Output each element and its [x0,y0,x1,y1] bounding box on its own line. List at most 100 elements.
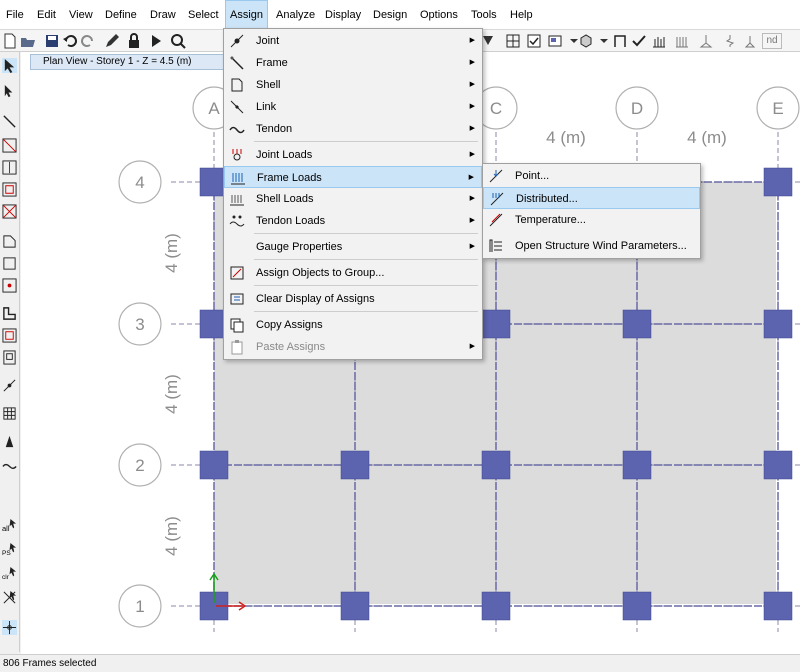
snap-icon[interactable] [2,620,17,635]
pencil-icon[interactable] [104,33,120,49]
column[interactable] [763,450,793,480]
draw-floor-icon[interactable] [2,234,17,249]
restraint-icon[interactable] [698,33,714,49]
lock-icon[interactable] [126,33,142,49]
pointer-icon[interactable] [2,58,17,73]
draw-rect-floor-icon[interactable] [2,256,17,271]
draw-column-icon[interactable] [2,160,17,175]
draw-secondary-beam-icon[interactable] [2,204,17,219]
draw-beam-icon[interactable] [2,138,17,153]
menu-draw[interactable]: Draw [146,0,180,30]
menu-edit[interactable]: Edit [33,0,60,30]
menu-item-link[interactable]: Link ▶ [224,96,482,118]
column[interactable] [340,591,370,621]
menu-select[interactable]: Select [184,0,223,30]
run-analysis-icon[interactable] [148,33,164,49]
nd-button[interactable]: nd [762,33,782,49]
column[interactable] [763,167,793,197]
draw-opening-icon[interactable] [2,350,17,365]
shell-loads-icon [230,195,244,206]
checkbox-icon[interactable] [526,33,542,49]
chevron-down-icon[interactable] [596,33,612,49]
reshape-icon[interactable] [2,84,17,99]
submenu-item-point[interactable]: Point... [483,165,700,187]
clear-selection-icon[interactable]: clr [2,566,17,581]
open-file-icon[interactable] [20,33,36,49]
menu-tools[interactable]: Tools [467,0,501,30]
spring-icon[interactable] [722,33,738,49]
quick-wall-icon[interactable] [2,328,17,343]
previous-selection-icon[interactable]: PS [2,542,17,557]
draw-wall-icon[interactable] [2,306,17,321]
menu-display[interactable]: Display [321,0,365,30]
menu-item-frame-loads[interactable]: Frame Loads ▶ [224,166,482,188]
menu-item-joint[interactable]: Joint ▶ [224,30,482,52]
menu-item-assign-objects-to-group[interactable]: Assign Objects to Group... [224,262,482,284]
menu-item-label: Tendon [256,123,293,135]
menu-assign[interactable]: Assign [225,0,269,30]
menu-item-label: Gauge Properties [256,241,343,253]
column[interactable] [199,450,229,480]
column[interactable] [622,309,652,339]
menu-design[interactable]: Design [369,0,411,30]
column[interactable] [481,591,511,621]
draw-frame-icon[interactable] [612,33,628,49]
check-mark-icon[interactable] [631,33,647,49]
submenu-arrow-icon: ▶ [468,174,474,181]
menu-help[interactable]: Help [506,0,537,30]
menu-item-shell-loads[interactable]: Shell Loads ▶ [224,188,482,210]
support-icon[interactable] [742,33,758,49]
submenu-arrow-icon: ▶ [469,343,475,350]
draw-dimension-icon[interactable] [2,434,17,449]
menu-options[interactable]: Options [416,0,462,30]
submenu-arrow-icon: ▶ [469,125,475,132]
menu-define[interactable]: Define [101,0,141,30]
submenu-arrow-icon: ▶ [469,217,475,224]
menu-item-tendon-loads[interactable]: Tendon Loads ▶ [224,210,482,232]
column[interactable] [763,591,793,621]
submenu-item-distributed[interactable]: Distributed... [483,187,700,209]
menu-view[interactable]: View [65,0,97,30]
menu-analyze[interactable]: Analyze [272,0,319,30]
column[interactable] [763,309,793,339]
draw-line-icon[interactable] [2,114,17,129]
column[interactable] [622,591,652,621]
plan-view-tab[interactable]: Plan View - Storey 1 - Z = 4.5 (m) [30,54,252,70]
zoom-icon[interactable] [170,33,186,49]
display-options-icon[interactable] [547,33,563,49]
menu-item-frame[interactable]: Frame ▶ [224,52,482,74]
draw-grid-icon[interactable] [2,406,17,421]
grid-label-e: E [772,99,783,118]
menu-item-clear-display-of-assigns[interactable]: Clear Display of Assigns [224,288,482,310]
undo-icon[interactable] [62,33,78,49]
submenu-item-temperature[interactable]: Temperature... [483,209,700,231]
draw-brace-icon[interactable] [2,182,17,197]
submenu-item-open-structure-wind-parameters[interactable]: Open Structure Wind Parameters... [483,235,700,257]
column[interactable] [481,309,511,339]
menu-item-label: Frame [256,57,288,69]
submenu-item-label: Open Structure Wind Parameters... [515,240,687,252]
menu-item-gauge-properties[interactable]: Gauge Properties ▶ [224,236,482,258]
draw-tendon-icon[interactable] [2,458,17,473]
draw-link-icon[interactable] [2,378,17,393]
quick-floor-icon[interactable] [2,278,17,293]
new-file-icon[interactable] [2,33,18,49]
grid-display-icon[interactable] [505,33,521,49]
menu-item-shell[interactable]: Shell ▶ [224,74,482,96]
column[interactable] [622,450,652,480]
select-intersect-icon[interactable] [2,590,17,605]
menu-item-tendon[interactable]: Tendon ▶ [224,118,482,140]
column[interactable] [481,450,511,480]
column[interactable] [340,450,370,480]
view-3d-icon[interactable] [578,33,594,49]
save-icon[interactable] [44,33,60,49]
redo-icon[interactable] [80,33,96,49]
menu-item-joint-loads[interactable]: Joint Loads ▶ [224,144,482,166]
submenu-arrow-icon: ▶ [469,103,475,110]
menu-file[interactable]: File [2,0,28,30]
frame-load-icon[interactable] [651,33,667,49]
grid-label-a: A [208,99,220,118]
shell-load-icon[interactable] [674,33,690,49]
menu-item-copy-assigns[interactable]: Copy Assigns [224,314,482,336]
select-all-icon[interactable]: all [2,518,17,533]
